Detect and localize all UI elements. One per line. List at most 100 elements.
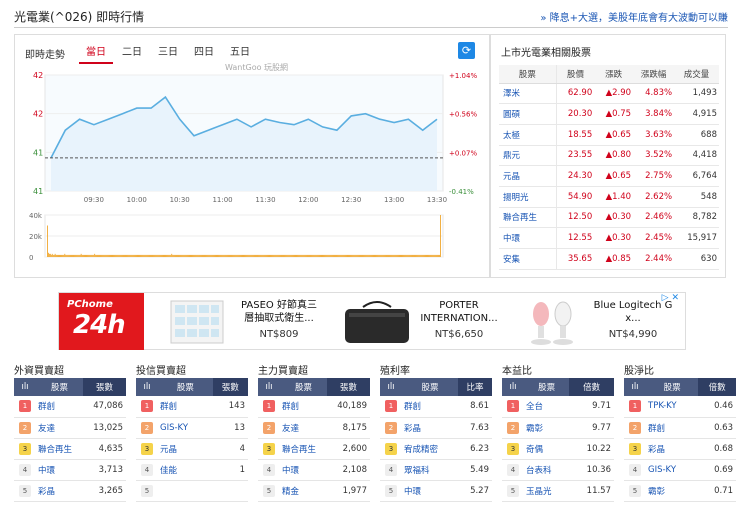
tab-day4[interactable]: 四日 [187, 43, 221, 64]
col-value[interactable]: 張數 [327, 378, 370, 396]
tab-day3[interactable]: 三日 [151, 43, 185, 64]
ad-product-1[interactable]: PASEO 好節真三層抽取式衛生... NT$809 [239, 299, 319, 341]
related-name[interactable]: 太極 [499, 124, 557, 146]
ranking-row[interactable]: 5 中環 5.27 [380, 480, 492, 502]
related-name[interactable]: 安集 [499, 248, 557, 270]
ranking-row[interactable]: 1 群創 47,086 [14, 396, 126, 418]
ranking-stock[interactable]: 彩晶 [36, 480, 84, 502]
volume-bar [201, 254, 203, 257]
ranking-stock[interactable]: 群創 [646, 417, 699, 439]
ranking-stock[interactable]: GIS-KY [158, 417, 213, 439]
related-name[interactable]: 澤米 [499, 83, 557, 105]
volume-bar [219, 254, 221, 257]
related-row[interactable]: 鼎元 23.55 ▲0.80 3.52% 4,418 [499, 145, 719, 167]
ranking-row[interactable]: 4 眾福科 5.49 [380, 459, 492, 481]
ad-product-3[interactable]: Blue Logitech G x... NT$4,990 [587, 299, 679, 341]
related-name[interactable]: 圓碩 [499, 103, 557, 125]
ranking-row[interactable]: 3 奇偶 10.22 [502, 438, 614, 460]
ranking-stock[interactable]: 中環 [402, 480, 458, 502]
ranking-stock[interactable]: 中環 [280, 459, 328, 481]
ranking-row[interactable]: 4 佳能 1 [136, 459, 248, 481]
ranking-stock[interactable]: 彩晶 [402, 417, 458, 439]
ranking-row[interactable]: 3 聯合再生 2,600 [258, 438, 370, 460]
tab-day1[interactable]: 當日 [79, 43, 113, 64]
ranking-stock[interactable]: 彩晶 [646, 438, 699, 460]
ranking-stock[interactable]: 元晶 [158, 438, 213, 460]
col-value[interactable]: 張數 [83, 378, 126, 396]
ranking-stock[interactable]: TPK-KY [646, 396, 699, 418]
ranking-row[interactable]: 5 玉晶光 11.57 [502, 480, 614, 502]
ranking-row[interactable]: 3 元晶 4 [136, 438, 248, 460]
related-name[interactable]: 元晶 [499, 165, 557, 187]
ranking-stock[interactable]: 精金 [280, 480, 328, 502]
ranking-stock[interactable]: 聯合再生 [280, 438, 328, 460]
ranking-stock[interactable]: 玉晶光 [524, 480, 570, 502]
ranking-row[interactable]: 5 彩晶 3,265 [14, 480, 126, 502]
ranking-row[interactable]: 2 群創 0.63 [624, 417, 736, 439]
related-name[interactable]: 鼎元 [499, 145, 557, 167]
ranking-stock[interactable]: 眾福科 [402, 459, 458, 481]
ranking-stock[interactable]: 群創 [36, 396, 84, 418]
ranking-row[interactable]: 2 霸彰 9.77 [502, 417, 614, 439]
ranking-stock[interactable]: 群創 [280, 396, 328, 418]
related-row[interactable]: 安集 35.65 ▲0.85 2.44% 630 [499, 248, 719, 270]
volume-bar [382, 254, 384, 257]
pchome-logo[interactable]: PChome 24h [59, 293, 144, 350]
ranking-row[interactable]: 4 中環 3,713 [14, 459, 126, 481]
related-name[interactable]: 揚明光 [499, 186, 557, 208]
ranking-row[interactable]: 3 宥成精密 6.23 [380, 438, 492, 460]
related-row[interactable]: 揚明光 54.90 ▲1.40 2.62% 548 [499, 186, 719, 208]
ranking-row[interactable]: 4 GIS-KY 0.69 [624, 459, 736, 481]
ranking-row[interactable]: 4 中環 2,108 [258, 459, 370, 481]
ranking-row[interactable]: 3 聯合再生 4,635 [14, 438, 126, 460]
col-value[interactable]: 張數 [212, 378, 248, 396]
col-value[interactable]: 倍數 [569, 378, 614, 396]
ranking-stock[interactable]: 奇偶 [524, 438, 570, 460]
ranking-stock[interactable]: 佳能 [158, 459, 213, 481]
ranking-row[interactable]: 1 群創 40,189 [258, 396, 370, 418]
related-row[interactable]: 澤米 62.90 ▲2.90 4.83% 1,493 [499, 83, 719, 105]
ranking-stock[interactable]: 群創 [158, 396, 213, 418]
ranking-stock[interactable]: 霸彰 [524, 417, 570, 439]
related-row[interactable]: 太極 18.55 ▲0.65 3.63% 688 [499, 124, 719, 146]
ranking-stock[interactable]: 霸彰 [646, 480, 699, 502]
refresh-icon[interactable]: ⟳ [458, 42, 475, 59]
col-value[interactable]: 倍數 [698, 378, 736, 396]
ranking-stock[interactable]: 聯合再生 [36, 438, 84, 460]
col-value[interactable]: 比率 [457, 378, 492, 396]
tab-day5[interactable]: 五日 [223, 43, 257, 64]
ranking-stock[interactable]: 台表科 [524, 459, 570, 481]
ranking-row[interactable]: 4 台表科 10.36 [502, 459, 614, 481]
ranking-row[interactable]: 2 友達 8,175 [258, 417, 370, 439]
related-row[interactable]: 圓碩 20.30 ▲0.75 3.84% 4,915 [499, 103, 719, 125]
ranking-row[interactable]: 2 彩晶 7.63 [380, 417, 492, 439]
ranking-stock[interactable] [158, 480, 213, 502]
ranking-row[interactable]: 3 彩晶 0.68 [624, 438, 736, 460]
ranking-row[interactable]: 1 全台 9.71 [502, 396, 614, 418]
ranking-row[interactable]: 2 友達 13,025 [14, 417, 126, 439]
ranking-stock[interactable]: 友達 [36, 417, 84, 439]
ranking-row[interactable]: 5 精金 1,977 [258, 480, 370, 502]
ranking-stock[interactable]: 全台 [524, 396, 570, 418]
ranking-stock[interactable]: 群創 [402, 396, 458, 418]
ranking-stock[interactable]: 中環 [36, 459, 84, 481]
ranking-stock[interactable]: 友達 [280, 417, 328, 439]
ad-banner[interactable]: PChome 24h PASEO 好節真三層抽取式衛生... NT$809 PO… [58, 292, 686, 350]
ranking-stock[interactable]: 宥成精密 [402, 438, 458, 460]
ranking-row[interactable]: 2 GIS-KY 13 [136, 417, 248, 439]
related-row[interactable]: 中環 12.55 ▲0.30 2.45% 15,917 [499, 227, 719, 249]
ranking-stock[interactable]: GIS-KY [646, 459, 699, 481]
related-name[interactable]: 聯合再生 [499, 207, 557, 229]
news-link[interactable]: » 降息+大選，美股年底會有大波動可以賺 [540, 9, 728, 24]
related-name[interactable]: 中環 [499, 227, 557, 249]
tab-day2[interactable]: 二日 [115, 43, 149, 64]
ranking-row[interactable]: 1 群創 8.61 [380, 396, 492, 418]
related-row[interactable]: 聯合再生 12.50 ▲0.30 2.46% 8,782 [499, 207, 719, 229]
ranking-row[interactable]: 1 群創 143 [136, 396, 248, 418]
ad-close-icon[interactable]: ▷ ✕ [662, 293, 679, 303]
ranking-row[interactable]: 1 TPK-KY 0.46 [624, 396, 736, 418]
ranking-row[interactable]: 5 霸彰 0.71 [624, 480, 736, 502]
related-row[interactable]: 元晶 24.30 ▲0.65 2.75% 6,764 [499, 165, 719, 187]
ranking-row[interactable]: 5 [136, 480, 248, 502]
ad-product-2[interactable]: PORTER INTERNATION... NT$6,650 [419, 299, 499, 341]
